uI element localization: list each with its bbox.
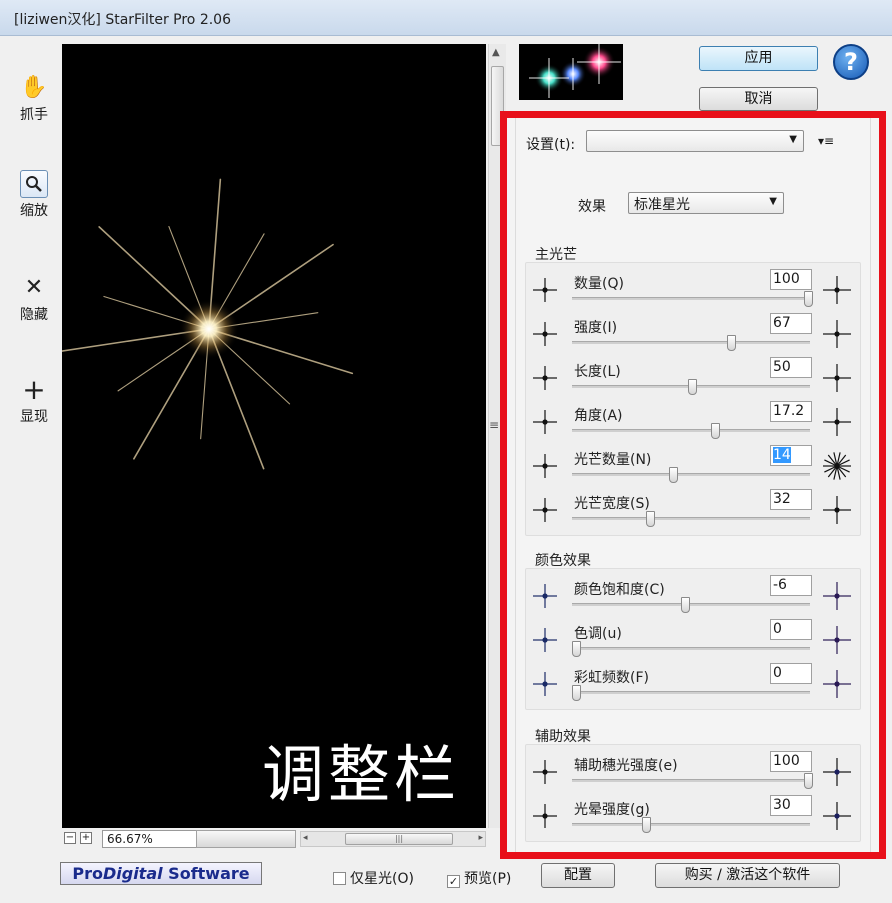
zoom-value: 66.67% — [107, 832, 153, 846]
scroll-left-icon[interactable]: ◂ — [303, 833, 308, 843]
preview-label: 预览(P) — [464, 871, 512, 887]
tool-strip: ✋ 抓手 缩放 ✕ 隐藏 + 显现 — [0, 36, 62, 856]
hide-x-icon: ✕ — [24, 274, 44, 300]
tool-hand-label: 抓手 — [20, 107, 48, 123]
tool-show-label: 显现 — [20, 409, 48, 425]
logo-text-b: Digital — [102, 864, 163, 883]
cancel-button[interactable]: 取消 — [699, 87, 818, 111]
checkbox-box[interactable] — [333, 872, 346, 885]
title-bar: [liziwen汉化] StarFilter Pro 2.06 — [0, 0, 892, 36]
tool-show[interactable]: + 显现 — [10, 372, 58, 426]
zoom-bar: − + 66.67% ▼ ◂ ||| ▸ — [62, 830, 506, 848]
zoom-out-button[interactable]: − — [64, 832, 76, 844]
config-button[interactable]: 配置 — [541, 863, 615, 888]
checkbox-box[interactable]: ✓ — [447, 875, 460, 888]
preview-horizontal-scrollbar[interactable]: ◂ ||| ▸ — [300, 831, 486, 847]
highlight-frame — [500, 111, 886, 859]
logo-text-c: Software — [162, 864, 250, 883]
apply-button[interactable]: 应用 — [699, 46, 818, 71]
preview-checkbox[interactable]: ✓ 预览(P) — [447, 868, 511, 888]
tool-zoom-label: 缩放 — [20, 203, 48, 219]
window-title: [liziwen汉化] StarFilter Pro 2.06 — [14, 12, 231, 28]
product-thumbnail — [519, 44, 623, 100]
help-icon[interactable]: ? — [833, 44, 869, 80]
star-image — [62, 178, 354, 470]
tool-hide[interactable]: ✕ 隐藏 — [10, 272, 58, 324]
tool-hand[interactable]: ✋ 抓手 — [10, 72, 58, 124]
splitter-grip-icon[interactable]: ≡ — [489, 418, 499, 432]
horizontal-scroll-left-thumb[interactable] — [196, 830, 296, 848]
scroll-up-icon[interactable]: ▲ — [492, 47, 500, 58]
horizontal-scroll-thumb[interactable]: ||| — [345, 833, 453, 845]
scroll-right-icon[interactable]: ▸ — [478, 833, 483, 843]
stars-only-checkbox[interactable]: 仅星光(O) — [333, 868, 414, 888]
stars-only-label: 仅星光(O) — [350, 871, 414, 887]
tool-hide-label: 隐藏 — [20, 307, 48, 323]
overlay-caption: 调整栏 — [262, 738, 461, 811]
zoom-in-button[interactable]: + — [80, 832, 92, 844]
show-plus-icon: + — [22, 372, 46, 406]
preview-canvas[interactable]: 调整栏 — [62, 44, 486, 828]
buy-activate-button[interactable]: 购买 / 激活这个软件 — [655, 863, 840, 888]
zoom-icon — [20, 170, 48, 198]
prodigital-logo: ProDigital Software — [60, 862, 262, 885]
hand-icon: ✋ — [20, 74, 48, 100]
tool-zoom[interactable]: 缩放 — [10, 170, 58, 220]
logo-text-a: Pro — [72, 864, 103, 883]
